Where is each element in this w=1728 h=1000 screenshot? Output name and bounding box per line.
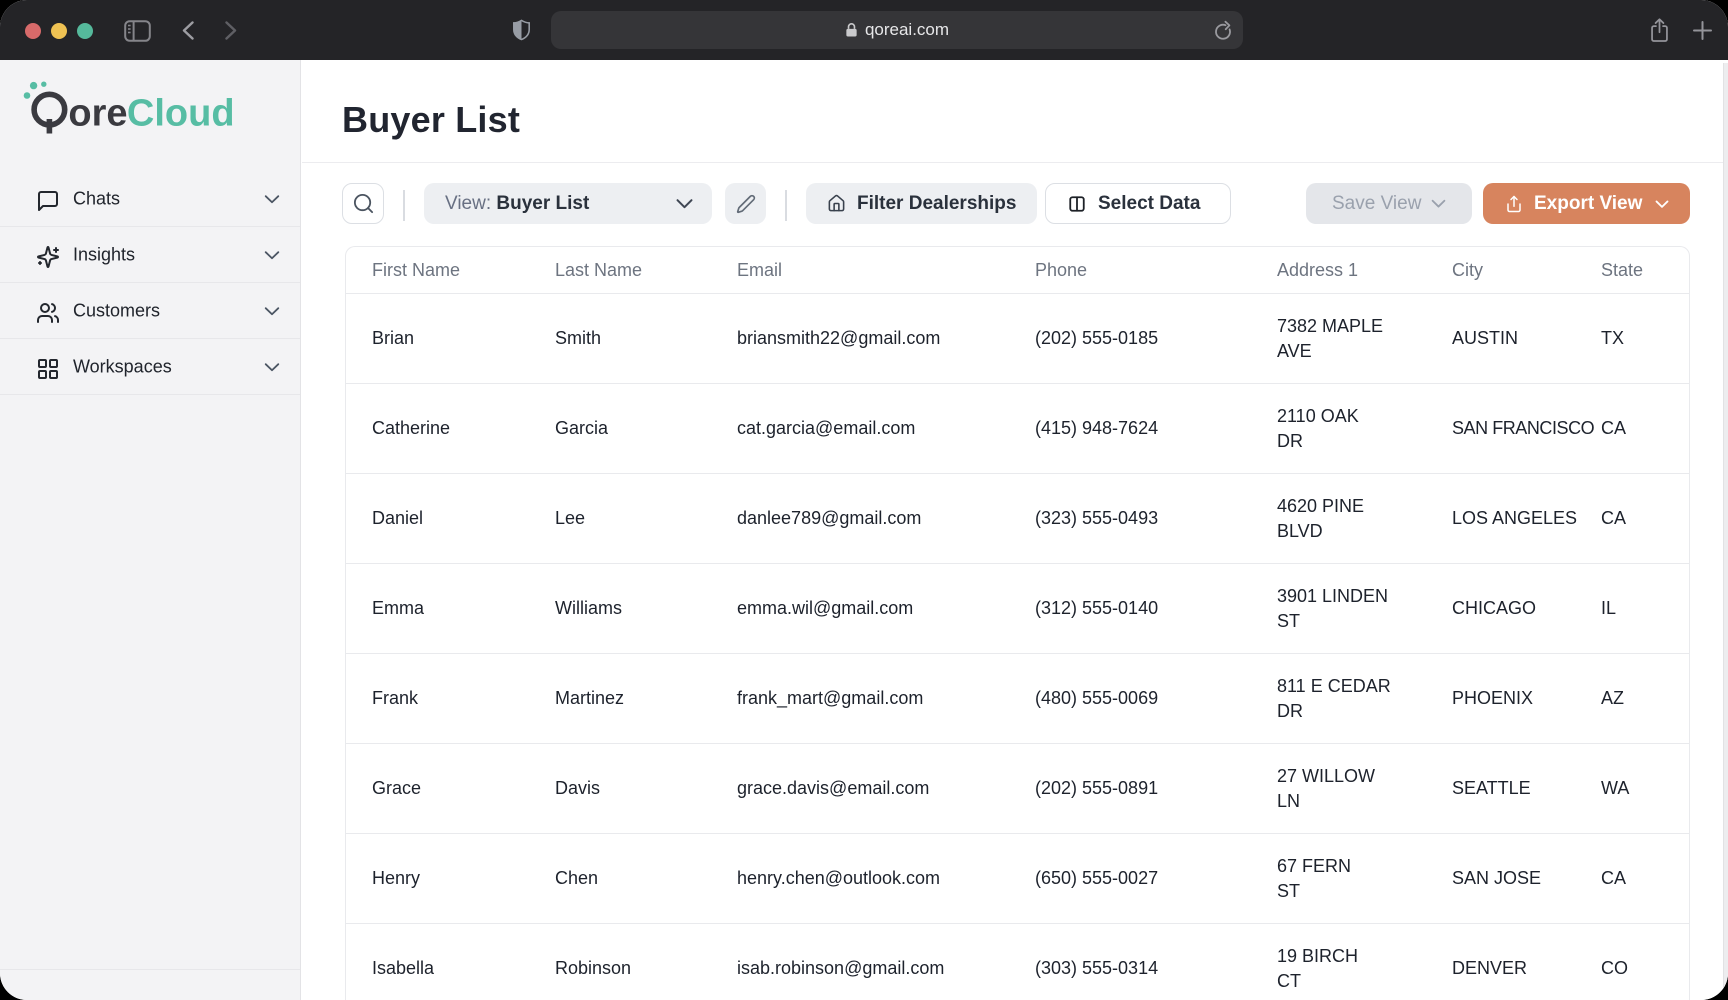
svg-text:Cloud: Cloud bbox=[127, 92, 235, 134]
svg-text:ore: ore bbox=[68, 92, 127, 134]
